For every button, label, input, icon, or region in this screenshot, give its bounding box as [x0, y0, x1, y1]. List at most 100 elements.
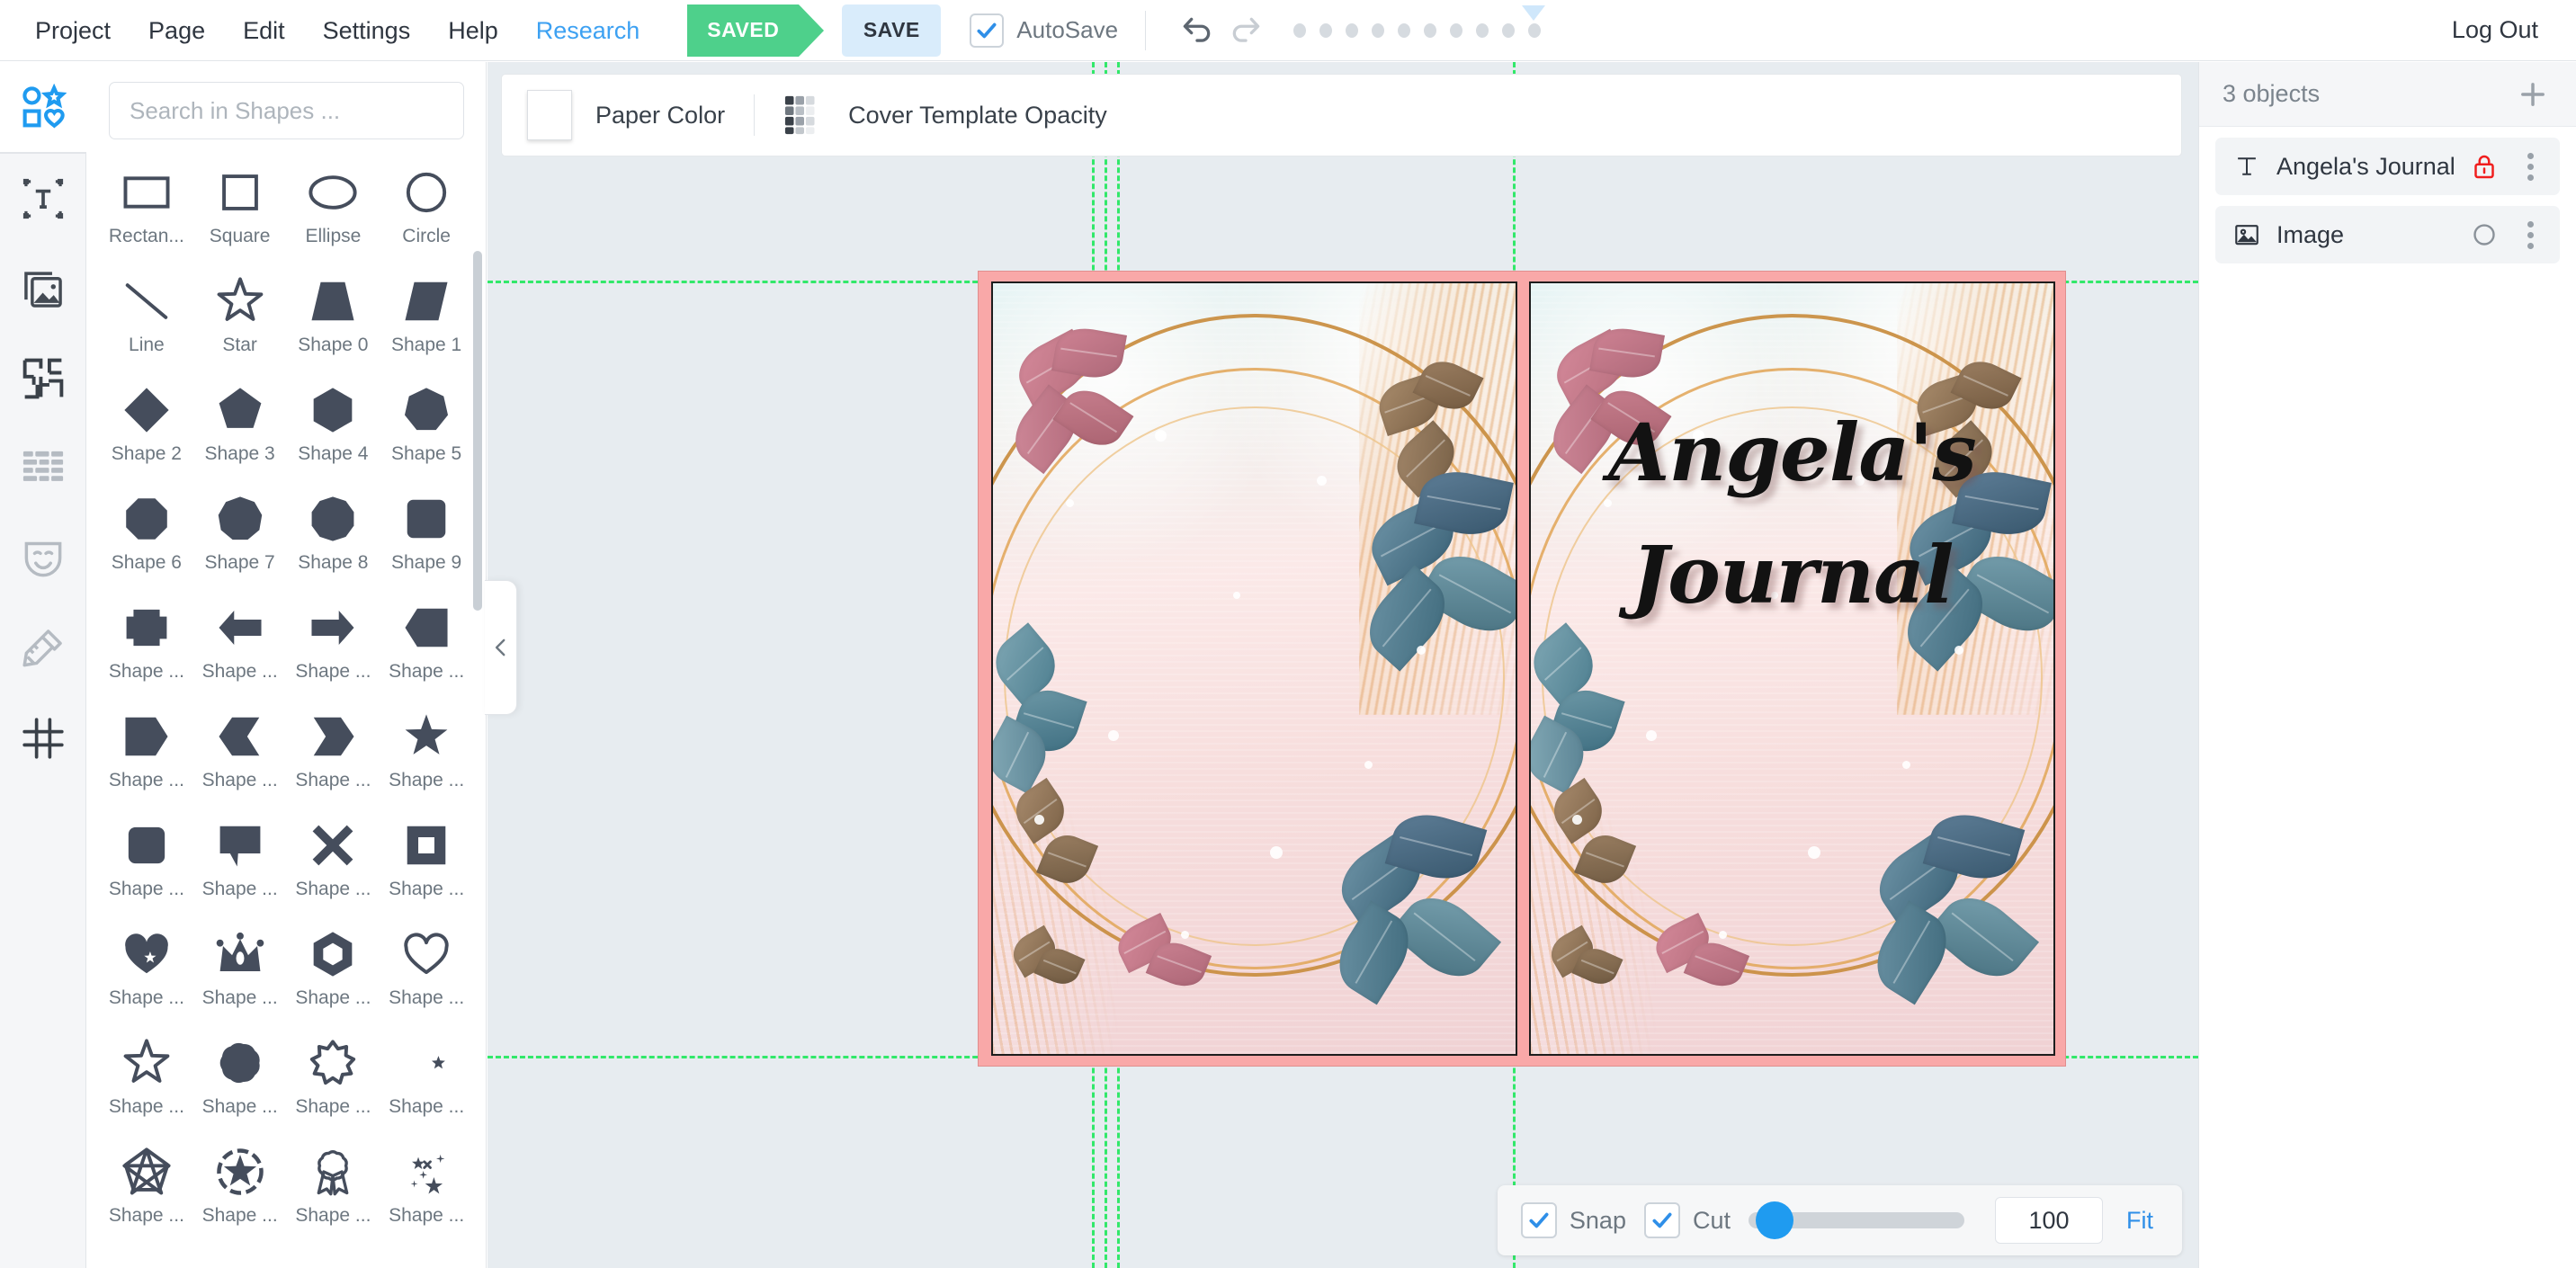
cut-toggle[interactable]: Cut [1644, 1202, 1731, 1238]
rail-item-images[interactable] [0, 244, 86, 334]
shape-item-blob-seal[interactable]: Shape ... [193, 1026, 287, 1135]
shape-item-crown[interactable]: Shape ... [193, 917, 287, 1026]
menu-item-help[interactable]: Help [429, 0, 517, 61]
shape-item-heptagon[interactable]: Shape 5 [380, 373, 473, 482]
shape-item-starburst-outline[interactable]: Shape ... [287, 1026, 380, 1135]
shape-item-heart-outline[interactable]: Shape ... [380, 917, 473, 1026]
history-dot[interactable] [1319, 23, 1332, 38]
shape-item-arrow-right[interactable]: Shape ... [287, 591, 380, 700]
snap-toggle[interactable]: Snap [1521, 1202, 1626, 1238]
shape-item-cross-square[interactable]: Shape ... [100, 591, 193, 700]
collapse-panel-button[interactable] [485, 580, 517, 715]
shape-item-star-outline-2[interactable]: Shape ... [100, 1026, 193, 1135]
rectangle-icon [121, 163, 172, 222]
undo-icon[interactable] [1173, 6, 1221, 55]
zoom-slider[interactable] [1749, 1210, 1964, 1230]
shape-item-rounded-rect[interactable]: Shape ... [100, 808, 193, 917]
shape-item-trapezoid[interactable]: Shape 0 [287, 264, 380, 373]
shape-label: Shape ... [109, 1205, 184, 1227]
shapes-panel-scrollbar[interactable] [473, 251, 482, 611]
shape-item-hex-ring[interactable]: Shape ... [287, 917, 380, 1026]
shape-item-award-ribbon[interactable]: Shape ... [287, 1135, 380, 1244]
shape-item-heart-star[interactable]: Shape ... [100, 917, 193, 1026]
blob-seal-icon [215, 1033, 265, 1093]
shape-item-square-outline[interactable]: Square [193, 156, 287, 264]
save-button[interactable]: SAVE [842, 4, 941, 57]
shape-item-chevron-right-block[interactable]: Shape ... [287, 700, 380, 808]
shape-item-nonagon[interactable]: Shape 7 [193, 482, 287, 591]
shape-item-x-mark[interactable]: Shape ... [287, 808, 380, 917]
shape-item-rounded-square[interactable]: Shape 9 [380, 482, 473, 591]
history-timeline[interactable] [1293, 23, 1541, 38]
rail-item-brushes[interactable] [0, 603, 86, 693]
history-dot[interactable] [1476, 23, 1489, 38]
shape-item-pennant-left[interactable]: Shape ... [380, 591, 473, 700]
history-dot[interactable] [1398, 23, 1410, 38]
shape-item-circle[interactable]: Circle [380, 156, 473, 264]
rail-item-patterns[interactable] [0, 424, 86, 513]
cover-title-text[interactable]: Angela's Journal [1531, 391, 2053, 637]
shape-item-rectangle[interactable]: Rectan... [100, 156, 193, 264]
rail-item-frames[interactable] [0, 334, 86, 424]
autosave-checkbox[interactable] [970, 13, 1004, 48]
lock-closed-icon[interactable] [2468, 150, 2500, 183]
logout-button[interactable]: Log Out [2452, 16, 2538, 44]
shape-item-line[interactable]: Line [100, 264, 193, 373]
shape-item-octagon[interactable]: Shape 6 [100, 482, 193, 591]
object-row-text[interactable]: Angela's Journal [2215, 138, 2560, 195]
shape-item-decagon[interactable]: Shape 8 [287, 482, 380, 591]
history-dot[interactable] [1528, 23, 1541, 38]
shape-item-star-outline[interactable]: Star [193, 264, 287, 373]
shape-label: Shape 4 [298, 443, 368, 465]
shape-item-arrow-left[interactable]: Shape ... [193, 591, 287, 700]
history-dot[interactable] [1372, 23, 1384, 38]
canvas-area[interactable]: Paper Color Cover Template Opacity [487, 62, 2198, 1268]
shape-item-ellipse[interactable]: Ellipse [287, 156, 380, 264]
shape-item-chevron-left-block[interactable]: Shape ... [193, 700, 287, 808]
add-object-button[interactable] [2513, 75, 2553, 114]
shape-item-hexagon[interactable]: Shape 4 [287, 373, 380, 482]
history-dot[interactable] [1502, 23, 1515, 38]
paper-color-swatch[interactable] [527, 90, 572, 140]
shape-item-sparkle-stars[interactable]: Shape ... [380, 1135, 473, 1244]
canvas-page-left[interactable] [991, 281, 1517, 1056]
history-dot[interactable] [1424, 23, 1436, 38]
rail-item-text[interactable] [0, 154, 86, 244]
menu-item-edit[interactable]: Edit [224, 0, 304, 61]
shape-item-pentagram[interactable]: Shape ... [100, 1135, 193, 1244]
canvas-page-right[interactable]: Angela's Journal [1529, 281, 2055, 1056]
menu-item-research[interactable]: Research [517, 0, 659, 61]
menu-item-project[interactable]: Project [16, 0, 130, 61]
zoom-value-input[interactable] [1995, 1197, 2103, 1244]
shape-label: Shape ... [202, 661, 278, 683]
rail-item-masks[interactable] [0, 513, 86, 603]
shape-item-pennant-right[interactable]: Shape ... [100, 700, 193, 808]
checkerboard-gradient-icon[interactable] [783, 94, 825, 136]
autosave-toggle[interactable]: AutoSave [970, 13, 1118, 48]
history-dot[interactable] [1450, 23, 1462, 38]
shape-item-speech-bubble[interactable]: Shape ... [193, 808, 287, 917]
object-row-image[interactable]: Image [2215, 206, 2560, 263]
fit-button[interactable]: Fit [2121, 1207, 2159, 1235]
object-menu-button[interactable] [2517, 219, 2544, 251]
redo-icon[interactable] [1221, 6, 1270, 55]
circle-outline-icon[interactable] [2468, 219, 2500, 251]
menu-item-page[interactable]: Page [130, 0, 224, 61]
snap-checkbox[interactable] [1521, 1202, 1557, 1238]
history-dot[interactable] [1346, 23, 1358, 38]
rail-item-grid[interactable] [0, 693, 86, 783]
menu-item-settings[interactable]: Settings [304, 0, 430, 61]
shape-item-crescent-star[interactable]: Shape ... [380, 1026, 473, 1135]
shape-item-pentagon[interactable]: Shape 3 [193, 373, 287, 482]
search-input[interactable] [109, 82, 464, 139]
shape-item-star-filled[interactable]: Shape ... [380, 700, 473, 808]
object-menu-button[interactable] [2517, 150, 2544, 183]
cut-checkbox[interactable] [1644, 1202, 1680, 1238]
rail-item-shapes[interactable] [0, 62, 86, 152]
shape-item-parallelogram[interactable]: Shape 1 [380, 264, 473, 373]
zoom-slider-thumb[interactable] [1756, 1201, 1793, 1239]
shape-item-square-frame[interactable]: Shape ... [380, 808, 473, 917]
shape-item-star-in-circle[interactable]: Shape ... [193, 1135, 287, 1244]
shape-item-diamond[interactable]: Shape 2 [100, 373, 193, 482]
history-dot[interactable] [1293, 23, 1306, 38]
